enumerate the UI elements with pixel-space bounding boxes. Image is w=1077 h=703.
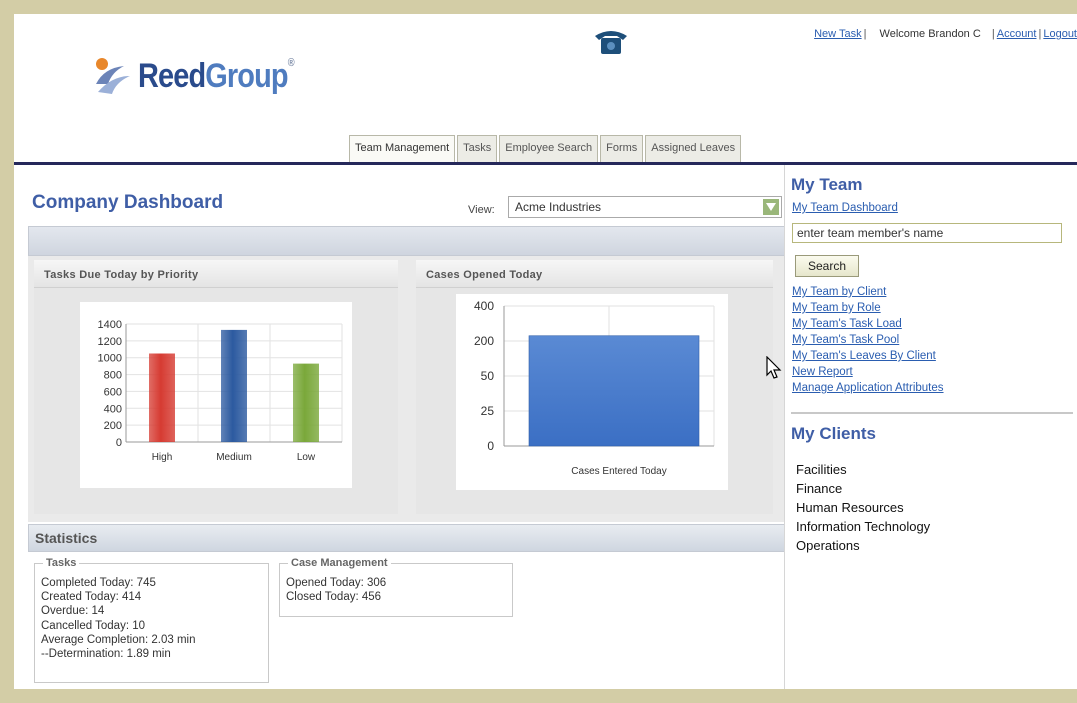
tab-forms[interactable]: Forms <box>600 135 644 163</box>
tasks-stats-box: Tasks Completed Today: 745 Created Today… <box>34 557 269 683</box>
y-tick-label: 200 <box>474 334 494 348</box>
client-item[interactable]: Finance <box>796 479 930 498</box>
tab-assigned-leaves[interactable]: Assigned Leaves <box>645 135 742 163</box>
mouse-cursor-icon <box>766 356 782 379</box>
stat-completed-today: Completed Today: 745 <box>41 577 156 589</box>
y-tick-label: 0 <box>487 439 494 453</box>
tab-employee-search[interactable]: Employee Search <box>499 135 599 163</box>
stat-overdue: Overdue: 14 <box>41 605 105 618</box>
stat-average-completion: Average Completion: 2.03 min <box>41 633 196 646</box>
my-team-links: My Team by Client My Team by Role My Tea… <box>792 284 944 396</box>
y-tick-label: 200 <box>104 420 122 432</box>
stat-cancelled-today: Cancelled Today: 10 <box>41 619 145 632</box>
case-management-box: Case Management Opened Today: 306 Closed… <box>279 557 513 617</box>
client-item[interactable]: Facilities <box>796 460 930 479</box>
reedgroup-logo: ReedGroup® <box>90 54 321 98</box>
y-tick-label: 600 <box>104 386 122 398</box>
cases-opened-chart: 400 200 50 25 0 Cases Entered Today <box>456 294 728 490</box>
tab-tasks[interactable]: Tasks <box>457 135 498 163</box>
logout-link[interactable]: Logout <box>1043 28 1077 40</box>
y-tick-label: 400 <box>104 403 122 415</box>
team-member-search-input[interactable] <box>792 223 1062 243</box>
x-tick-label: High <box>152 452 173 463</box>
x-tick-label: Medium <box>216 452 252 463</box>
view-label: View: <box>468 204 495 216</box>
link-team-task-pool[interactable]: My Team's Task Pool <box>792 332 944 348</box>
bar-low <box>293 363 319 442</box>
tasks-stats-legend: Tasks <box>43 557 80 569</box>
view-select-value: Acme Industries <box>515 200 602 214</box>
bar-medium <box>221 329 247 442</box>
logo-swirl-icon <box>96 58 130 94</box>
case-management-legend: Case Management <box>288 557 391 569</box>
bar-high <box>149 353 175 442</box>
my-team-dashboard-link[interactable]: My Team Dashboard <box>792 200 898 216</box>
page-title: Company Dashboard <box>32 192 224 213</box>
tasks-priority-title: Tasks Due Today by Priority <box>34 260 398 288</box>
main-tabs: Team Management Tasks Employee Search Fo… <box>349 135 742 163</box>
my-clients-title: My Clients <box>791 424 877 443</box>
sidebar-divider <box>791 412 1073 414</box>
cases-opened-panel: Cases Opened Today 400 200 50 25 0 Cases Ente… <box>416 260 773 514</box>
link-team-by-role[interactable]: My Team by Role <box>792 300 944 316</box>
stat-created-today: Created Today: 414 <box>41 591 142 604</box>
tasks-priority-panel: Tasks Due Today by Priority 1400 1200 1000… <box>34 260 398 514</box>
y-tick-label: 1200 <box>98 336 122 348</box>
new-task-link[interactable]: New Task <box>814 28 861 40</box>
link-team-leaves-by-client[interactable]: My Team's Leaves By Client <box>792 348 944 364</box>
y-tick-label: 25 <box>481 404 495 418</box>
link-team-task-load[interactable]: My Team's Task Load <box>792 316 944 332</box>
my-clients-list: Facilities Finance Human Resources Infor… <box>796 460 930 555</box>
dashboard-toolbar-strip <box>28 226 785 256</box>
bar-cases-entered-today <box>528 335 700 447</box>
charts-area: Tasks Due Today by Priority 1400 1200 1000… <box>28 256 785 522</box>
y-tick-label: 50 <box>481 369 495 383</box>
my-team-title: My Team <box>791 175 863 194</box>
x-tick-label: Low <box>297 452 316 463</box>
link-new-report[interactable]: New Report <box>792 364 944 380</box>
client-item[interactable]: Operations <box>796 536 930 555</box>
account-link[interactable]: Account <box>997 28 1037 40</box>
client-item[interactable]: Human Resources <box>796 498 930 517</box>
view-select[interactable]: Acme Industries <box>508 196 782 218</box>
stat-determination: --Determination: 1.89 min <box>41 648 171 661</box>
link-team-by-client[interactable]: My Team by Client <box>792 284 944 300</box>
tab-team-management[interactable]: Team Management <box>349 135 456 163</box>
y-tick-label: 0 <box>116 437 122 449</box>
stat-opened-today: Opened Today: 306 <box>286 577 387 589</box>
stat-closed-today: Closed Today: 456 <box>286 591 382 604</box>
y-tick-label: 400 <box>474 299 494 313</box>
right-sidebar: My Team My Team Dashboard Search My Team… <box>784 165 1077 689</box>
client-item[interactable]: Information Technology <box>796 517 930 536</box>
statistics-header: Statistics <box>28 524 785 552</box>
brand-name: ReedGroup® <box>138 56 295 95</box>
telephone-icon[interactable] <box>593 26 629 56</box>
chevron-down-icon[interactable] <box>763 199 779 215</box>
cases-opened-title: Cases Opened Today <box>416 260 773 288</box>
x-tick-label: Cases Entered Today <box>571 466 666 477</box>
link-manage-application-attributes[interactable]: Manage Application Attributes <box>792 380 944 396</box>
y-tick-label: 800 <box>104 370 122 382</box>
welcome-text: Welcome Brandon C <box>879 28 981 40</box>
search-button[interactable]: Search <box>795 255 859 277</box>
y-tick-label: 1400 <box>98 319 122 331</box>
tasks-priority-chart: 1400 1200 1000 800 600 400 200 0 High Medium Low <box>80 302 352 488</box>
top-nav: New Task | Welcome Brandon C | Account | Log… <box>814 28 1077 40</box>
app-frame: ReedGroup® New Task | Welcome Brandon C |… <box>14 14 1077 689</box>
y-tick-label: 1000 <box>98 353 122 365</box>
